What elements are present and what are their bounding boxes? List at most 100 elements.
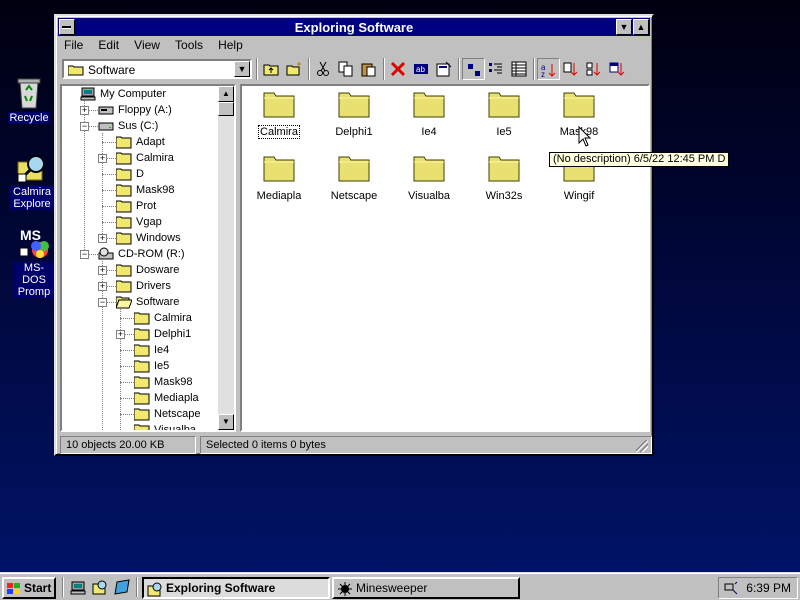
rename-icon: ab [414,64,428,74]
file-item-label: Win32s [485,190,523,202]
desktop-icon-label: Recycle [8,112,50,124]
tree-node-label: Ie5 [154,360,170,372]
menu-view[interactable]: View [128,36,166,52]
folder-icon [413,156,445,182]
tree-connector [120,414,134,415]
windows-logo-icon [7,583,20,594]
properties-button[interactable] [433,58,456,80]
file-item-label: Mediapla [256,190,302,202]
details-view-button[interactable] [508,58,531,80]
sort-date-icon [609,62,625,76]
expand-icon[interactable]: + [98,234,107,243]
sort-name-button[interactable]: az [537,58,560,80]
quicklaunch-find[interactable] [90,577,110,597]
menu-file[interactable]: File [58,36,89,52]
computer-icon [80,87,96,106]
tree-node-label: Sus (C:) [118,120,159,132]
open-folder-icon [115,295,133,314]
toolbar-separator [458,58,460,80]
quicklaunch-explorer[interactable] [68,577,88,597]
title-bar[interactable]: Exploring Software ▼ ▲ [58,18,650,36]
start-button[interactable]: Start [2,577,56,599]
desktop-icon-recycle[interactable]: Recycle [2,76,56,124]
scroll-up-icon[interactable]: ▲ [218,86,234,102]
folder-tree: My Computer Floppy (A:) + Sus (C:) − Adapt Cal… [60,84,236,432]
toolbar-separator [256,58,258,80]
scroll-thumb[interactable] [218,102,234,116]
folder-icon [563,92,595,118]
sort-date-button[interactable] [606,58,629,80]
tree-node-label: Delphi1 [154,328,192,340]
scroll-down-icon[interactable]: ▼ [218,414,234,430]
tree-connector [120,350,134,351]
status-bar: 10 objects 20.00 KB Selected 0 items 0 b… [58,434,652,454]
menu-tools[interactable]: Tools [169,36,209,52]
copy-button[interactable] [335,58,358,80]
task-exploring-software[interactable]: Exploring Software [142,577,330,599]
expand-icon[interactable]: + [98,266,107,275]
details-view-icon [511,61,527,77]
up-folder-button[interactable] [260,58,283,80]
new-folder-button[interactable] [283,58,306,80]
delete-button[interactable] [387,58,410,80]
window-title: Exploring Software [294,20,414,35]
folder-icon [488,156,520,182]
tree-node-label: Visualba [154,424,196,432]
menu-help[interactable]: Help [212,36,249,52]
tree-node-label: Mask98 [154,376,193,388]
collapse-icon[interactable]: − [98,298,107,307]
address-text: Software [88,63,136,77]
desktop-icon-calmira-explorer[interactable]: Calmira Explore [10,152,54,210]
resize-grip-icon[interactable] [636,440,648,452]
paste-button[interactable] [358,58,381,80]
maximize-icon[interactable]: ▲ [633,19,649,35]
calmira-explorer-icon [17,155,45,183]
sort-type-icon [563,62,578,76]
minimize-icon[interactable]: ▼ [616,19,632,35]
collapse-icon[interactable]: − [80,122,89,131]
large-icons-button[interactable] [462,58,485,80]
network-icon[interactable] [723,580,739,596]
expand-icon[interactable]: + [80,106,89,115]
expand-icon[interactable]: + [98,282,107,291]
computer-icon [70,581,86,595]
cut-button[interactable] [312,58,335,80]
quicklaunch-desktop[interactable] [112,577,132,597]
menu-edit[interactable]: Edit [92,36,125,52]
address-combo[interactable]: Software ▼ [62,59,252,79]
tree-content: My Computer Floppy (A:) + Sus (C:) − Adapt Cal… [62,86,218,430]
task-minesweeper[interactable]: Minesweeper [332,577,520,599]
file-item[interactable]: Netscape [319,154,389,210]
clock[interactable]: 6:39 PM [746,581,791,595]
file-item[interactable]: Calmira [244,90,314,146]
file-item[interactable]: Visualba [394,154,464,210]
file-item[interactable]: Win32s [469,154,539,210]
rename-button[interactable]: ab [410,58,433,80]
dropdown-arrow-icon[interactable]: ▼ [234,61,250,77]
file-item-label: Ie4 [421,126,437,138]
file-item-label: Visualba [408,190,450,202]
taskbar-separator [136,577,138,597]
file-item[interactable]: Ie5 [469,90,539,146]
new-folder-icon [286,62,301,76]
tree-connector [102,174,116,175]
desktop-icon-label: MS-DOS Promp [14,262,54,298]
tree-scrollbar[interactable]: ▲ ▼ [218,86,234,430]
svg-text:z: z [541,70,545,78]
expand-icon[interactable]: + [116,330,125,339]
explorer-window: Exploring Software ▼ ▲ File Edit View To… [54,14,654,456]
file-item[interactable]: Ie4 [394,90,464,146]
file-item[interactable]: Mediapla [244,154,314,210]
expand-icon[interactable]: + [98,154,107,163]
tree-connector [120,318,134,319]
toolbar: Software ▼ ab a z [58,56,650,82]
file-item[interactable]: Delphi1 [319,90,389,146]
sort-size-button[interactable] [583,58,606,80]
ms-dos-icon: MS [19,227,49,258]
toolbar-separator [533,58,535,80]
sort-type-button[interactable] [560,58,583,80]
collapse-icon[interactable]: − [80,250,89,259]
file-item-label: Netscape [330,190,378,202]
list-view-button[interactable] [485,58,508,80]
desktop-icon-ms-dos[interactable]: MS MS-DOS Promp [14,226,54,298]
